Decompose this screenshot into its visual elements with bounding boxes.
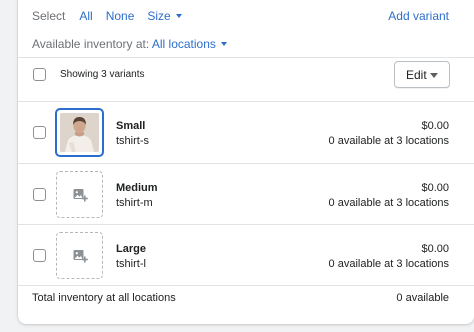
size-filter-label: Size [147,9,171,23]
variant-count-label: Showing 3 variants [60,69,145,80]
variant-availability: 0 available at 3 locations [328,135,449,147]
variant-image[interactable] [56,109,103,156]
variants-card: Select All None Size Add variant Availab… [18,0,474,324]
inventory-location-selector: Available inventory at: All locations [32,37,227,51]
variant-price: $0.00 [421,182,449,194]
variant-row[interactable]: Medium tshirt-m $0.00 0 available at 3 l… [18,164,474,225]
divider [18,285,474,286]
variant-name: Large [116,243,146,255]
variant-checkbox[interactable] [33,249,46,262]
variant-checkbox[interactable] [33,126,46,139]
select-all-checkbox[interactable] [33,68,46,81]
variant-row[interactable]: Large tshirt-l $0.00 0 available at 3 lo… [18,225,474,286]
variant-sku: tshirt-l [116,258,146,270]
add-image-icon [73,189,88,202]
size-filter-dropdown[interactable]: Size [147,9,182,23]
available-inventory-label: Available inventory at: [32,37,150,51]
add-image-placeholder[interactable] [56,171,103,218]
location-dropdown-label: All locations [151,37,216,51]
variant-row[interactable]: Small tshirt-s $0.00 0 available at 3 lo… [18,102,474,163]
variant-sku: tshirt-s [116,135,149,147]
edit-button-label: Edit [406,67,427,82]
select-all-link[interactable]: All [79,9,92,23]
edit-button[interactable]: Edit [394,61,450,88]
chevron-down-icon [175,13,182,18]
location-dropdown[interactable]: All locations [152,37,227,51]
chevron-down-icon [430,73,438,78]
chevron-down-icon [220,41,227,46]
variant-price: $0.00 [421,120,449,132]
total-inventory-label: Total inventory at all locations [32,292,176,304]
variant-name: Medium [116,182,158,194]
product-photo [60,113,99,152]
total-inventory-value: 0 available [396,292,449,304]
select-none-link[interactable]: None [106,9,135,23]
variant-availability: 0 available at 3 locations [328,197,449,209]
bulk-select-bar: Select All None Size [32,9,195,23]
add-image-icon [73,250,88,263]
add-variant-link[interactable]: Add variant [388,9,449,23]
variant-sku: tshirt-m [116,197,153,209]
variant-checkbox[interactable] [33,188,46,201]
variant-availability: 0 available at 3 locations [328,258,449,270]
variant-price: $0.00 [421,243,449,255]
select-label: Select [32,9,66,23]
divider [18,57,474,58]
variant-name: Small [116,120,146,132]
add-image-placeholder[interactable] [56,232,103,279]
tshirt-model-photo [60,113,99,152]
